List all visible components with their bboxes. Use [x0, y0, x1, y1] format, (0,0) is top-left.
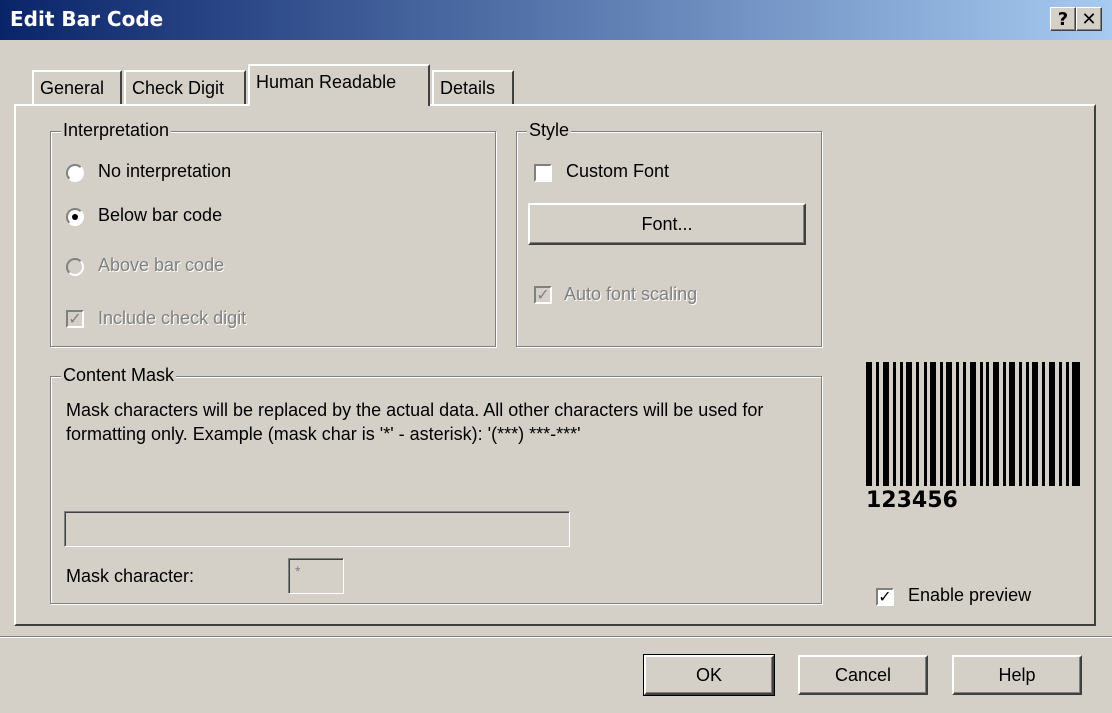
interpretation-legend: Interpretation — [61, 120, 172, 141]
radio-no-interpretation[interactable] — [66, 164, 84, 182]
label-below-bar-code: Below bar code — [98, 205, 223, 225]
label-enable-preview: Enable preview — [908, 585, 1032, 605]
label-custom-font: Custom Font — [566, 161, 670, 181]
label-auto-font-scaling: Auto font scaling — [564, 284, 698, 304]
mask-character-label: Mask character: — [66, 566, 195, 586]
radio-above-bar-code[interactable] — [66, 258, 84, 276]
tab-human-readable[interactable]: Human Readable — [248, 64, 430, 106]
radio-below-bar-code[interactable] — [66, 208, 84, 226]
close-title-button[interactable]: ✕ — [1076, 7, 1102, 31]
window-title: Edit Bar Code — [10, 7, 164, 31]
mask-input[interactable] — [64, 511, 570, 547]
checkbox-auto-font-scaling[interactable]: ✓ — [534, 286, 552, 304]
label-include-check-digit: Include check digit — [98, 308, 247, 328]
radio-selected-dot — [72, 214, 78, 220]
help-button[interactable]: Help — [952, 655, 1082, 695]
ok-button[interactable]: OK — [643, 654, 775, 696]
title-bar: Edit Bar Code ? ✕ — [0, 0, 1112, 40]
tab-check-digit[interactable]: Check Digit — [124, 70, 246, 104]
help-title-button[interactable]: ? — [1050, 7, 1076, 31]
barcode-preview — [866, 362, 1080, 486]
barcode-text: 123456 — [866, 488, 958, 513]
bottom-separator — [0, 636, 1112, 638]
tab-general[interactable]: General — [32, 70, 122, 104]
content-mask-description: Mask characters will be replaced by the … — [66, 400, 764, 444]
checkbox-include-check-digit[interactable]: ✓ — [66, 310, 84, 328]
mask-character-input[interactable]: * — [288, 558, 344, 594]
checkbox-custom-font[interactable] — [534, 164, 552, 182]
tab-details[interactable]: Details — [432, 70, 514, 104]
cancel-button[interactable]: Cancel — [798, 655, 928, 695]
label-no-interpretation: No interpretation — [98, 161, 232, 181]
font-button[interactable]: Font... — [528, 203, 806, 245]
content-mask-legend: Content Mask — [61, 365, 177, 386]
label-above-bar-code: Above bar code — [98, 255, 225, 275]
checkbox-enable-preview[interactable]: ✓ — [876, 588, 894, 606]
style-legend: Style — [527, 120, 572, 141]
